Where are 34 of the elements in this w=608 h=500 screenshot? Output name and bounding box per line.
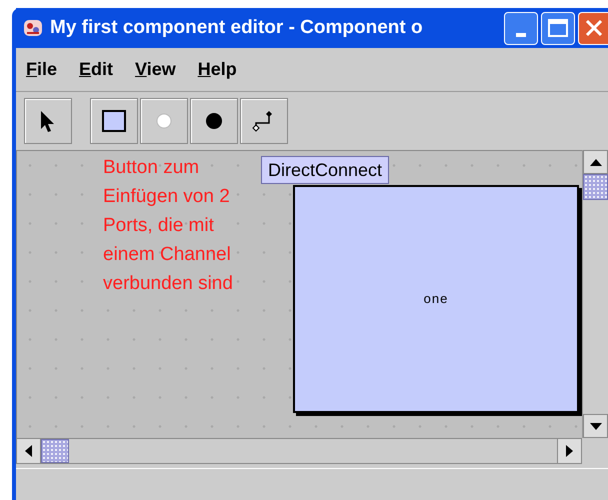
left-arrow-icon bbox=[25, 445, 32, 457]
down-arrow-icon bbox=[590, 422, 602, 430]
drawing-canvas[interactable]: Button zum Einfügen von 2 Ports, die mit einem Channel verbunden sind one DirectConnect bbox=[16, 150, 582, 438]
tool-button[interactable] bbox=[90, 98, 138, 144]
menu-item[interactable]: Edit bbox=[79, 56, 114, 83]
menu-item[interactable]: Help bbox=[198, 56, 237, 83]
maximize-icon bbox=[548, 19, 568, 37]
scroll-down-button[interactable] bbox=[583, 414, 608, 438]
close-icon bbox=[584, 19, 602, 37]
close-button[interactable] bbox=[578, 12, 608, 44]
up-arrow-icon bbox=[590, 158, 602, 166]
component-box[interactable]: one bbox=[293, 185, 579, 413]
tool-button[interactable] bbox=[190, 98, 238, 144]
component-label: one bbox=[424, 290, 448, 308]
minimize-button[interactable] bbox=[504, 12, 538, 44]
tool-button[interactable] bbox=[24, 98, 72, 144]
tooltip: DirectConnect bbox=[261, 156, 390, 184]
horizontal-scrollbar[interactable] bbox=[16, 438, 582, 464]
scroll-thumb[interactable] bbox=[41, 439, 69, 463]
tool-button[interactable] bbox=[240, 98, 288, 144]
scroll-up-button[interactable] bbox=[583, 150, 608, 174]
right-arrow-icon bbox=[566, 445, 573, 457]
window-title: My first component editor - Component o bbox=[50, 16, 423, 40]
annotation-text: Button zum Einfügen von 2 Ports, die mit einem Channel verbunden sind bbox=[103, 156, 233, 296]
minimize-icon bbox=[516, 32, 526, 36]
app-icon bbox=[22, 17, 44, 39]
menu-item[interactable]: View bbox=[135, 56, 176, 83]
scroll-right-button[interactable] bbox=[557, 439, 581, 463]
scroll-left-button[interactable] bbox=[17, 439, 41, 463]
menu-item[interactable]: File bbox=[26, 56, 58, 83]
vertical-scrollbar[interactable] bbox=[582, 150, 608, 438]
maximize-button[interactable] bbox=[541, 12, 575, 44]
scroll-thumb[interactable] bbox=[583, 174, 608, 200]
rectangle-icon bbox=[101, 108, 127, 134]
